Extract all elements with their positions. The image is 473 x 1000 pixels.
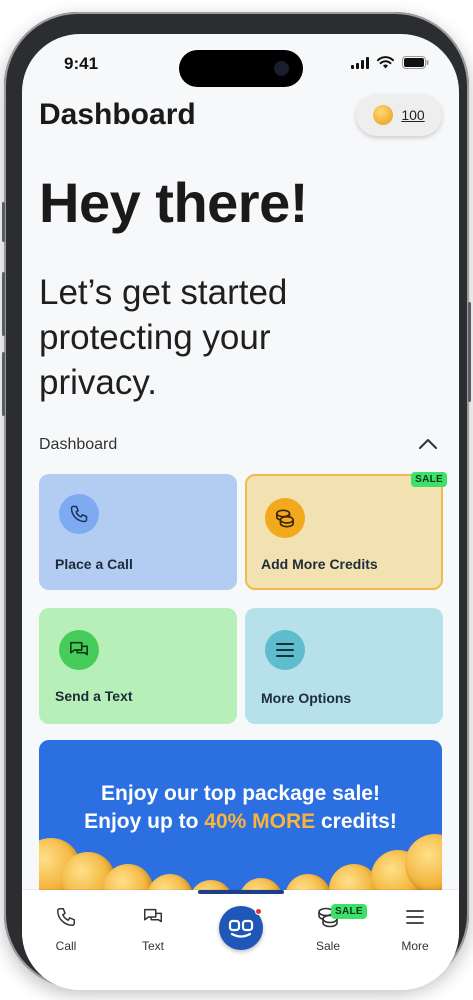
chat-icon	[70, 641, 88, 656]
notification-dot	[255, 908, 262, 915]
status-icons	[351, 56, 429, 69]
chevron-up-icon[interactable]	[418, 438, 438, 450]
coins-icon-circle	[265, 498, 305, 538]
chat-icon-circle	[59, 630, 99, 670]
phone-icon-circle	[59, 494, 99, 534]
place-call-card[interactable]: Place a Call	[39, 474, 237, 590]
hero-subtitle: Let’s get started protecting your privac…	[39, 273, 288, 402]
tab-call[interactable]: Call	[31, 906, 101, 953]
send-text-card[interactable]: Send a Text	[39, 608, 237, 724]
tab-bar: Call Text SALE Sale More	[22, 890, 459, 990]
tab-more-label: More	[401, 939, 429, 953]
tab-text[interactable]: Text	[118, 906, 188, 953]
more-options-label: More Options	[261, 690, 352, 706]
credits-count: 100	[401, 107, 425, 123]
coin-icon	[373, 105, 394, 125]
banner-subline: Enjoy up to 40% MORE credits!	[39, 810, 442, 834]
phone-icon	[70, 505, 88, 523]
tab-more[interactable]: More	[380, 906, 450, 953]
add-credits-label: Add More Credits	[261, 556, 378, 572]
place-call-label: Place a Call	[55, 556, 133, 572]
banner-headline: Enjoy our top package sale!	[101, 782, 380, 805]
home-logo-button[interactable]	[219, 906, 263, 950]
signal-icon	[351, 56, 369, 69]
volume-down-button	[2, 352, 5, 416]
chat-icon	[144, 908, 162, 923]
coins-icon	[275, 509, 294, 528]
hero-title: Hey there!	[39, 171, 308, 234]
promo-banner[interactable]: Enjoy our top package sale! Enjoy up to …	[39, 740, 442, 900]
phone-frame: 9:41 Dashboard 100 Hey there! Let’s get …	[2, 12, 471, 990]
menu-icon	[406, 910, 424, 924]
status-time: 9:41	[64, 54, 99, 73]
tab-indicator	[198, 890, 284, 894]
mute-switch	[2, 202, 5, 242]
app-logo-icon	[228, 919, 254, 938]
add-credits-card[interactable]: SALE Add More Credits	[245, 472, 447, 590]
banner-prefix: Enjoy up to	[84, 810, 205, 833]
sale-badge: SALE	[411, 472, 447, 487]
more-options-card[interactable]: More Options	[245, 608, 443, 724]
menu-icon	[276, 643, 294, 657]
tab-call-label: Call	[55, 939, 77, 953]
tab-sale-label: Sale	[315, 939, 341, 953]
menu-icon-circle	[265, 630, 305, 670]
power-button	[468, 302, 471, 402]
credits-button[interactable]: 100	[356, 94, 442, 136]
banner-highlight: 40% MORE	[204, 810, 316, 833]
volume-up-button	[2, 272, 5, 336]
dynamic-island	[179, 50, 303, 87]
tab-sale[interactable]: SALE Sale	[293, 904, 367, 953]
section-label: Dashboard	[39, 436, 118, 453]
battery-icon	[402, 56, 429, 69]
wifi-icon	[377, 56, 394, 69]
phone-icon	[57, 908, 75, 926]
screen: 9:41 Dashboard 100 Hey there! Let’s get …	[22, 34, 459, 990]
section-header[interactable]: Dashboard	[39, 436, 442, 458]
banner-suffix: credits!	[315, 810, 397, 833]
tab-sale-badge: SALE	[331, 904, 367, 919]
page-title: Dashboard	[39, 98, 196, 131]
tab-text-label: Text	[141, 939, 164, 953]
send-text-label: Send a Text	[55, 688, 133, 704]
